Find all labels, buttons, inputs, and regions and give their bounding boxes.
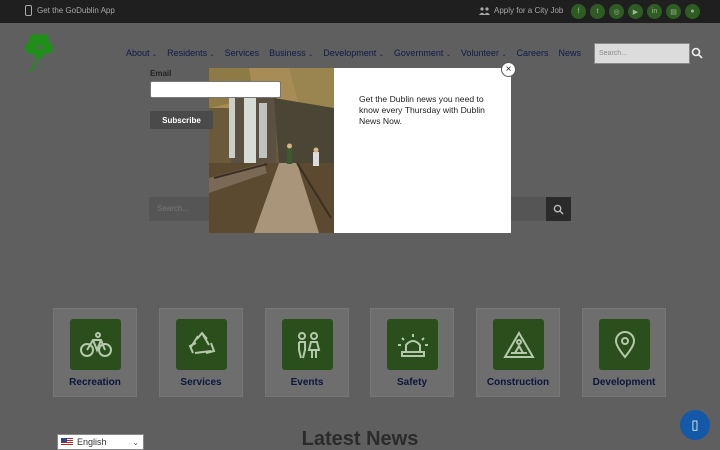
- subscribe-button[interactable]: Subscribe: [150, 111, 213, 129]
- quick-link-label: Construction: [486, 377, 550, 388]
- siren-icon: [387, 319, 438, 370]
- modal-message: Get the Dublin news you need to know eve…: [359, 94, 485, 126]
- header-search-input[interactable]: Search...: [594, 43, 690, 64]
- email-field[interactable]: [150, 81, 281, 98]
- quick-link-label: Events: [290, 377, 324, 388]
- language-label: English: [77, 437, 107, 447]
- search-icon: [553, 204, 564, 215]
- construction-sign-icon: [493, 319, 544, 370]
- youtube-icon[interactable]: ▶: [628, 4, 643, 19]
- users-icon: [479, 6, 490, 15]
- nav-item-government[interactable]: Government ⌄: [394, 48, 451, 58]
- us-flag-icon: [61, 438, 73, 446]
- close-icon[interactable]: ×: [501, 62, 516, 77]
- phone-icon: [25, 5, 32, 16]
- search-icon[interactable]: [691, 47, 703, 59]
- chevron-down-icon: ⌄: [132, 437, 139, 447]
- nav-item-services[interactable]: Services: [225, 48, 260, 58]
- linkedin-icon[interactable]: in: [647, 4, 662, 19]
- hero-search-button[interactable]: [546, 197, 571, 221]
- nav-item-news[interactable]: News: [559, 48, 582, 58]
- social-links: f t ◎ ▶ in ▤ ●: [571, 4, 700, 19]
- quick-link-recreation[interactable]: Recreation: [53, 308, 137, 397]
- pin-icon[interactable]: ●: [685, 4, 700, 19]
- people-icon: [282, 319, 333, 370]
- facebook-icon[interactable]: f: [571, 4, 586, 19]
- quick-link-label: Development: [592, 377, 656, 388]
- quick-link-safety[interactable]: Safety: [370, 308, 454, 397]
- map-pin-icon: [599, 319, 650, 370]
- instagram-icon[interactable]: ◎: [609, 4, 624, 19]
- nav-item-development[interactable]: Development ⌄: [323, 48, 384, 58]
- city-job-link[interactable]: Apply for a City Job: [479, 6, 563, 15]
- nav-item-residents[interactable]: Residents ⌄: [167, 48, 215, 58]
- email-label: Email: [150, 69, 172, 78]
- top-bar: Get the GoDublin App Apply for a City Jo…: [0, 0, 720, 23]
- job-link-label: Apply for a City Job: [494, 6, 564, 15]
- quick-link-label: Recreation: [69, 377, 121, 388]
- phone-icon: ▯: [691, 417, 699, 432]
- news-icon[interactable]: ▤: [666, 4, 681, 19]
- quick-link-development[interactable]: Development: [582, 308, 666, 397]
- quick-link-label: Safety: [396, 377, 427, 388]
- quick-link-construction[interactable]: Construction: [476, 308, 560, 397]
- chat-button[interactable]: ▯: [680, 410, 710, 440]
- language-selector[interactable]: English ⌄: [57, 434, 144, 450]
- quick-link-services[interactable]: Services: [159, 308, 243, 397]
- quick-link-label: Services: [180, 377, 222, 388]
- app-download-link[interactable]: Get the GoDublin App: [25, 5, 115, 16]
- nav-item-business[interactable]: Business ⌄: [269, 48, 313, 58]
- bicycle-icon: [70, 319, 121, 370]
- quick-link-events[interactable]: Events: [265, 308, 349, 397]
- recycle-icon: [176, 319, 227, 370]
- site-logo[interactable]: [22, 30, 80, 80]
- main-nav: About ⌄ Residents ⌄ Services Business ⌄ …: [126, 48, 581, 58]
- nav-item-careers[interactable]: Careers: [516, 48, 548, 58]
- twitter-icon[interactable]: t: [590, 4, 605, 19]
- app-link-label: Get the GoDublin App: [37, 6, 115, 15]
- nav-item-volunteer[interactable]: Volunteer ⌄: [461, 48, 507, 58]
- nav-item-about[interactable]: About ⌄: [126, 48, 157, 58]
